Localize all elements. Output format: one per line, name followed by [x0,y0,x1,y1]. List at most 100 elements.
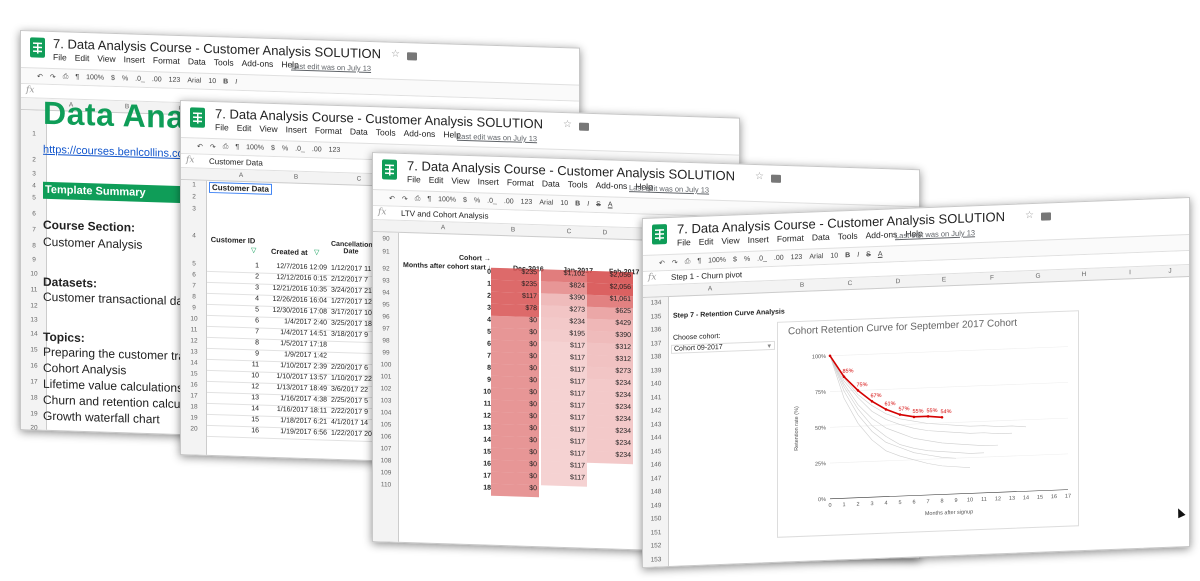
menu-addons[interactable]: Add-ons [866,229,898,240]
print-icon[interactable]: ⎙ [415,195,421,203]
redo-icon[interactable]: ↷ [672,258,678,266]
print-icon[interactable]: ⎙ [223,143,229,151]
created-at-cell[interactable]: 1/10/2017 2:39 [267,362,327,370]
bold-button[interactable]: B [575,200,580,207]
star-icon[interactable]: ☆ [755,171,764,182]
col-a-header[interactable]: A [231,172,251,180]
retention-chart[interactable]: Cohort Retention Curve for September 201… [777,310,1079,538]
customer-id-cell[interactable]: 11 [237,361,259,368]
strike-button[interactable]: S [866,251,871,258]
row-num[interactable]: 108 [373,457,399,465]
zoom-select[interactable]: 100% [708,257,726,265]
menu-format[interactable]: Format [507,177,534,188]
month-index-cell[interactable]: 12 [463,412,491,419]
folder-icon[interactable] [407,52,417,61]
row-num[interactable]: 106 [373,433,399,441]
formula-value[interactable]: LTV and Cohort Analysis [401,209,488,221]
row-num[interactable]: 19 [181,414,207,422]
row-num[interactable]: 98 [373,337,399,345]
menu-tools[interactable]: Tools [376,127,396,138]
created-at-cell[interactable]: 1/9/2017 1:42 [267,351,327,359]
menu-addons[interactable]: Add-ons [596,180,628,191]
paint-format-icon[interactable]: ¶ [235,144,239,151]
menu-file[interactable]: File [53,52,67,62]
row-num[interactable]: 99 [373,349,399,357]
topics-heading[interactable]: Topics: [43,330,85,345]
topic-item[interactable]: Cohort Analysis [43,361,126,378]
row-num[interactable]: 103 [373,397,399,405]
cancellation-cell[interactable]: 3/18/2017 9 [331,331,368,339]
menu-edit[interactable]: Edit [429,175,444,185]
row-num[interactable]: 11 [181,326,207,334]
font-size-select[interactable]: 10 [208,78,216,85]
topic-item[interactable]: Growth waterfall chart [43,409,160,427]
month-index-cell[interactable]: 15 [463,448,491,455]
cancellation-cell[interactable]: 3/25/2017 18 [331,320,372,328]
menu-insert[interactable]: Insert [124,54,145,65]
customer-id-cell[interactable]: 6 [237,317,259,324]
menu-addons[interactable]: Add-ons [242,58,274,69]
increase-decimal-button[interactable]: .00 [504,198,514,205]
month-index-cell[interactable]: 10 [463,388,491,395]
row-num[interactable]: 91 [373,248,399,256]
menu-file[interactable]: File [677,237,691,248]
more-formats-button[interactable]: 123 [329,147,341,154]
row-num[interactable]: 15 [181,370,207,378]
undo-icon[interactable]: ↶ [37,72,43,80]
cancellation-cell[interactable]: 3/17/2017 10 [331,309,372,317]
font-select[interactable]: Arial [809,253,823,261]
created-at-cell[interactable]: 12/26/2016 16:04 [267,296,328,305]
created-at-cell[interactable]: 1/5/2017 17:18 [267,340,327,348]
month-index-cell[interactable]: 17 [463,472,491,479]
menu-file[interactable]: File [215,122,229,132]
font-size-select[interactable]: 10 [830,252,838,259]
col-header[interactable]: J [1163,267,1177,275]
row-num[interactable]: 16 [181,381,207,389]
row-num[interactable]: 107 [373,445,399,453]
bold-button[interactable]: B [845,252,850,259]
created-at-cell[interactable]: 1/19/2017 6:56 [267,428,327,436]
row-num[interactable]: 100 [373,361,399,369]
text-color-button[interactable]: A [608,201,613,208]
col-c-header[interactable]: C [559,228,579,236]
customer-id-cell[interactable]: 7 [237,328,259,335]
month-index-cell[interactable]: 2 [463,292,491,300]
month-index-cell[interactable]: 6 [463,340,491,348]
row-num[interactable]: 2 [21,156,47,164]
redo-icon[interactable]: ↷ [210,142,216,150]
menu-view[interactable]: View [97,53,115,64]
last-edit-link[interactable]: Last edit was on July 13 [895,228,975,240]
font-select[interactable]: Arial [539,199,553,206]
cancellation-cell[interactable]: 1/10/2017 22 [331,375,372,383]
menu-data[interactable]: Data [542,178,560,189]
last-edit-link[interactable]: Last edit was on July 13 [291,62,371,74]
created-at-cell[interactable]: 1/4/2017 14:51 [267,329,327,337]
menu-edit[interactable]: Edit [699,236,714,247]
menu-data[interactable]: Data [188,56,206,67]
row-num[interactable]: 8 [181,293,207,301]
star-icon[interactable]: ☆ [391,49,400,60]
row-num[interactable]: 5 [181,260,207,268]
more-formats-button[interactable]: 123 [169,77,181,84]
menu-format[interactable]: Format [153,55,180,66]
undo-icon[interactable]: ↶ [389,194,395,202]
italic-button[interactable]: I [587,201,589,208]
customer-id-cell[interactable]: 4 [237,295,259,302]
font-size-select[interactable]: 10 [560,200,568,207]
menu-tools[interactable]: Tools [568,179,588,190]
decrease-decimal-button[interactable]: .0_ [757,255,767,262]
month-index-cell[interactable]: 7 [463,352,491,360]
month-index-cell[interactable]: 4 [463,316,491,324]
zoom-select[interactable]: 100% [86,74,104,82]
folder-icon[interactable] [1041,212,1051,221]
created-at-cell[interactable]: 12/30/2016 17:08 [267,307,328,316]
currency-button[interactable]: $ [111,75,115,82]
created-at-cell[interactable]: 12/12/2016 0:15 [267,274,327,283]
percent-button[interactable]: % [282,145,288,152]
datasets-value[interactable]: Customer transactional data [43,290,193,309]
customer-id-cell[interactable]: 9 [237,350,259,357]
row-num[interactable]: 3 [21,170,47,178]
undo-icon[interactable]: ↶ [659,259,665,267]
paint-format-icon[interactable]: ¶ [427,196,431,203]
customer-id-cell[interactable]: 14 [237,405,259,412]
